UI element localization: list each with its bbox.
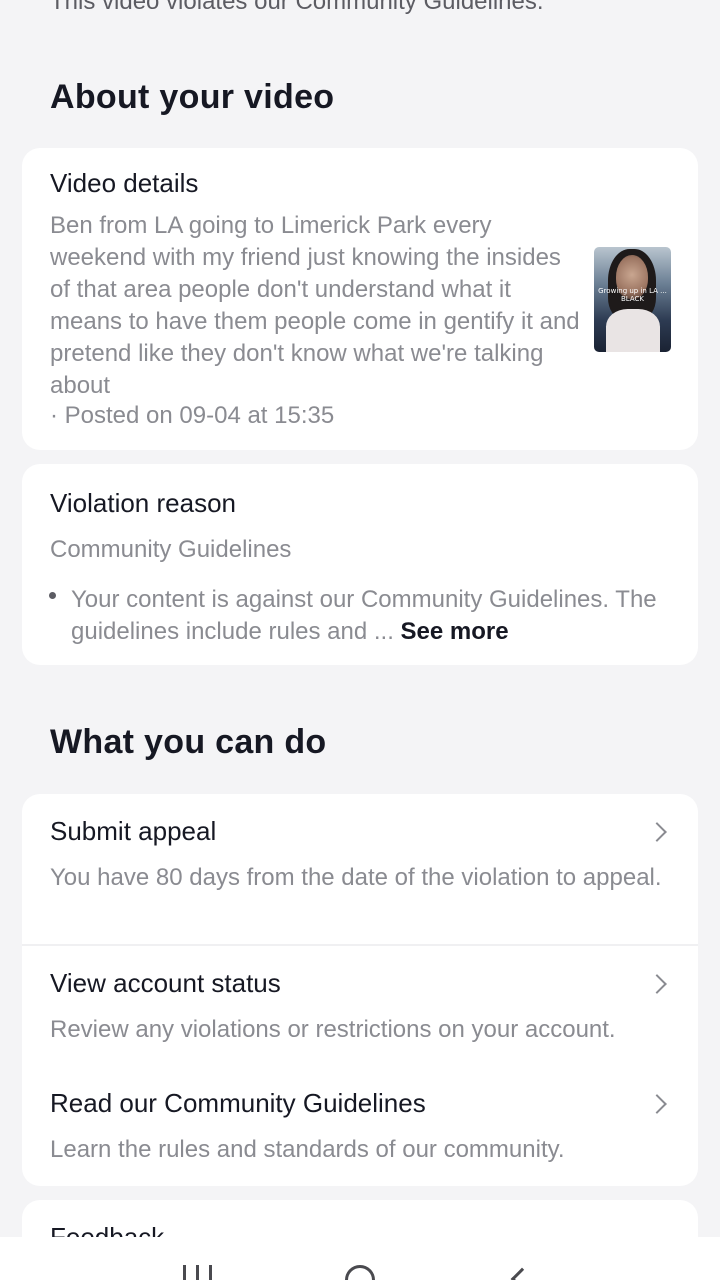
home-icon[interactable] [345,1265,375,1280]
actions-card: Submit appeal You have 80 days from the … [22,794,698,1186]
view-account-status-row[interactable]: View account status Review any violation… [22,946,698,1066]
bullet-icon [49,592,56,599]
violation-details-page: This video violates our Community Guidel… [0,0,720,1280]
see-more-link[interactable]: See more [401,618,509,645]
video-details-heading: Video details [50,168,199,198]
chevron-right-icon [647,1094,667,1114]
violation-category: Community Guidelines [50,536,292,563]
read-guidelines-row[interactable]: Read our Community Guidelines Learn the … [22,1066,698,1186]
video-description: Ben from LA going to Limerick Park every… [50,212,580,399]
system-nav-bar [0,1237,720,1280]
video-thumbnail[interactable]: Growing up in LA ... BLACK [594,247,671,352]
thumbnail-shirt-shape [606,309,660,352]
view-account-status-description: Review any violations or restrictions on… [50,1016,616,1043]
violation-reason-heading: Violation reason [50,488,236,518]
about-section-title: About your video [50,78,335,116]
recent-apps-icon[interactable] [183,1265,213,1280]
video-details-card: Video details Ben from LA going to Limer… [22,148,698,450]
chevron-right-icon [647,822,667,842]
back-icon[interactable] [510,1267,534,1280]
submit-appeal-description: You have 80 days from the date of the vi… [50,864,662,891]
read-guidelines-label: Read our Community Guidelines [50,1088,426,1118]
violation-reason-card: Violation reason Community Guidelines Yo… [22,464,698,665]
actions-section-title: What you can do [50,723,327,761]
submit-appeal-label: Submit appeal [50,816,217,846]
chevron-right-icon [647,974,667,994]
violation-notice: This video violates our Community Guidel… [50,0,544,15]
read-guidelines-description: Learn the rules and standards of our com… [50,1136,565,1163]
posted-date: · Posted on 09-04 at 15:35 [50,402,335,429]
view-account-status-label: View account status [50,968,281,998]
violation-text: Your content is against our Community Gu… [71,584,681,648]
submit-appeal-row[interactable]: Submit appeal You have 80 days from the … [22,794,698,944]
thumbnail-caption: Growing up in LA ... BLACK [598,287,667,303]
violation-summary: Your content is against our Community Gu… [71,586,657,645]
